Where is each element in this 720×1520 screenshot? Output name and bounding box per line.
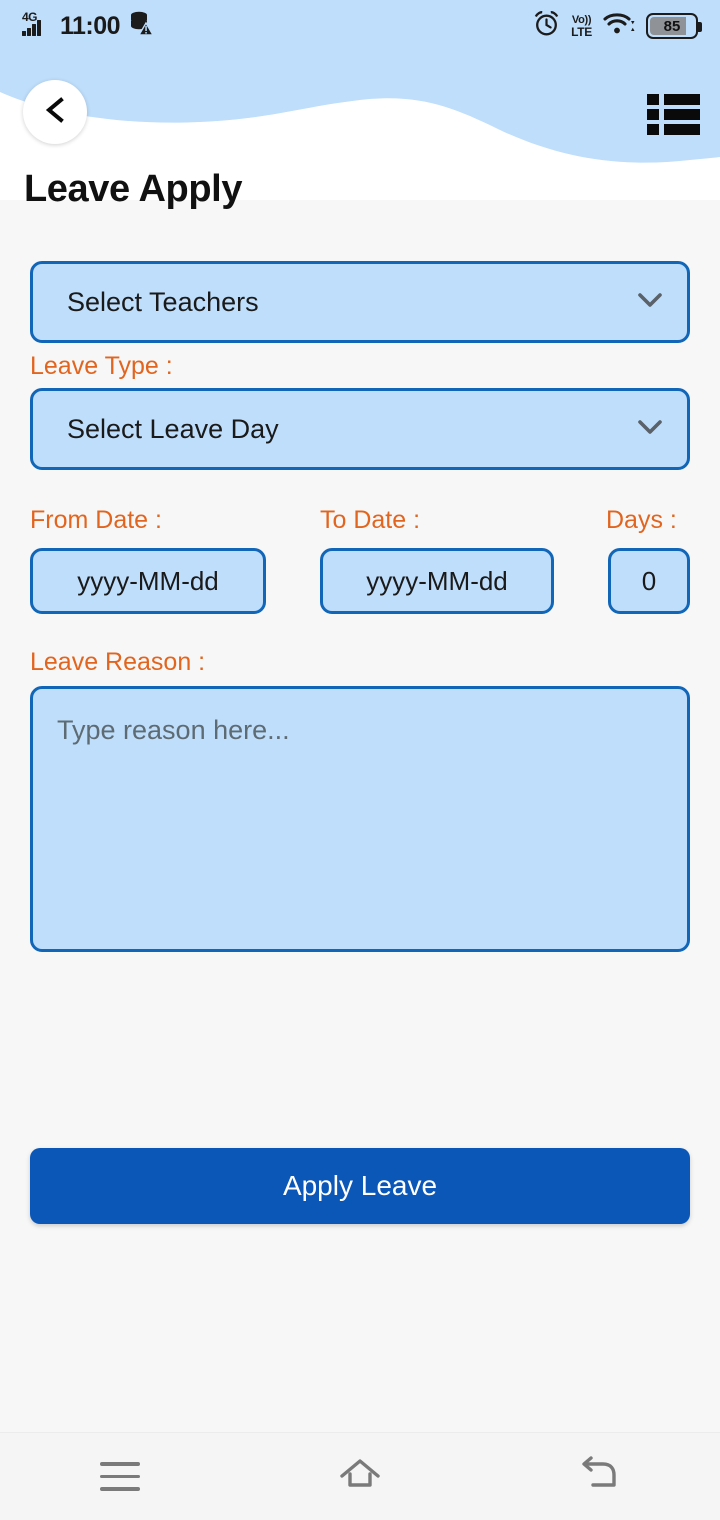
alarm-clock-icon [533, 10, 560, 42]
apply-leave-button[interactable]: Apply Leave [30, 1148, 690, 1224]
leave-type-select[interactable]: Select Leave Day [30, 388, 690, 470]
chevron-down-icon [635, 417, 665, 442]
wifi-icon [603, 11, 635, 42]
battery-indicator: 85 [646, 13, 702, 39]
signal-strength-icon: 4G [22, 11, 52, 40]
menu-icon [100, 1462, 140, 1491]
to-date-input[interactable]: yyyy-MM-dd [320, 548, 554, 614]
list-view-button[interactable] [646, 93, 700, 135]
leave-type-value: Select Leave Day [67, 413, 279, 444]
volte-indicator: Vo)) LTE [571, 13, 592, 39]
chevron-left-icon [42, 95, 68, 130]
from-date-placeholder: yyyy-MM-dd [77, 565, 219, 596]
leave-type-label: Leave Type : [30, 352, 173, 380]
to-date-label: To Date : [320, 506, 421, 534]
leave-reason-placeholder: Type reason here... [57, 715, 290, 745]
nav-recents-button[interactable] [60, 1433, 180, 1520]
leave-reason-input[interactable]: Type reason here... [30, 686, 690, 952]
back-button[interactable] [23, 80, 87, 144]
list-view-icon [646, 93, 700, 135]
phone-screen: 4G 11:00 Vo)) LTE 85 Leave Apply Select … [0, 0, 720, 1520]
to-date-placeholder: yyyy-MM-dd [366, 565, 508, 596]
data-saver-off-icon [128, 10, 155, 43]
days-label: Days : [606, 506, 677, 534]
system-navigation-bar [0, 1432, 720, 1520]
leave-reason-label: Leave Reason : [30, 648, 206, 676]
teacher-select-value: Select Teachers [67, 286, 259, 317]
teacher-select[interactable]: Select Teachers [30, 261, 690, 343]
days-count-field[interactable]: 0 [608, 548, 690, 614]
days-count-value: 0 [641, 565, 657, 596]
status-bar-clock: 11:00 [60, 11, 121, 40]
back-arrow-icon [577, 1454, 623, 1499]
apply-leave-label: Apply Leave [282, 1170, 438, 1201]
nav-back-button[interactable] [540, 1433, 660, 1520]
status-bar: 4G 11:00 Vo)) LTE 85 [0, 0, 720, 52]
nav-home-button[interactable] [300, 1433, 420, 1520]
chevron-down-icon [635, 290, 665, 315]
page-title: Leave Apply [24, 168, 243, 210]
from-date-input[interactable]: yyyy-MM-dd [30, 548, 266, 614]
from-date-label: From Date : [30, 506, 162, 534]
home-icon [336, 1454, 384, 1499]
battery-level-label: 85 [663, 17, 681, 35]
